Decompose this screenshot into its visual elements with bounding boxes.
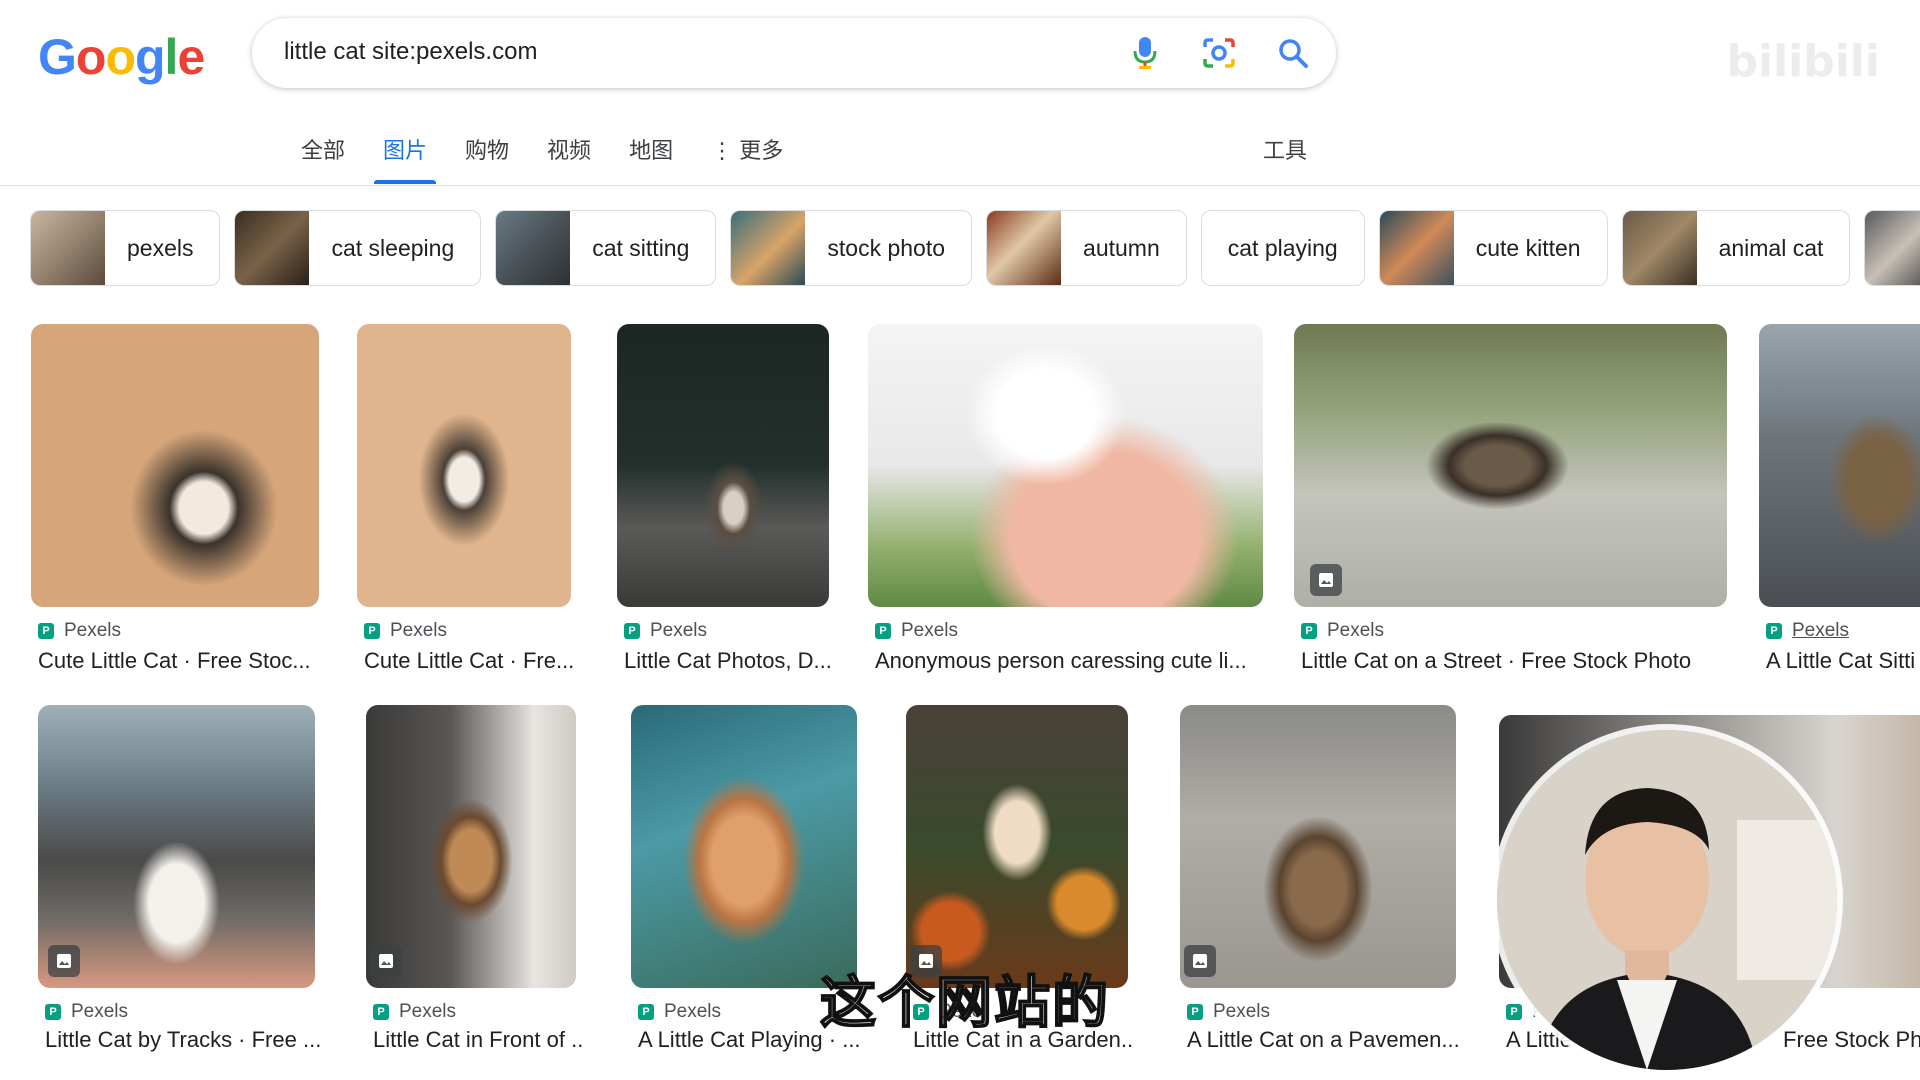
logo-letter: g <box>135 29 166 85</box>
chip-thumbnail <box>496 211 571 285</box>
result-title[interactable]: A Little Cat Sitti <box>1766 648 1920 674</box>
pexels-favicon-icon: P <box>638 1004 654 1020</box>
result-title[interactable]: Little Cat by Tracks · Free ... <box>45 1027 322 1053</box>
result-source[interactable]: P Pexels <box>45 1001 128 1023</box>
result-image[interactable] <box>38 705 315 988</box>
tab-shopping[interactable]: 购物 <box>446 134 528 184</box>
tab-all[interactable]: 全部 <box>282 134 364 184</box>
image-badge-icon <box>1310 564 1342 596</box>
image-badge-icon <box>370 945 402 977</box>
pexels-favicon-icon: P <box>1506 1004 1522 1020</box>
presenter-avatar <box>1497 730 1837 1070</box>
chip-thumbnail <box>1622 211 1697 285</box>
chip-label: cute kitten <box>1475 234 1581 261</box>
tab-images[interactable]: 图片 <box>364 134 446 184</box>
chip-thumbnail <box>235 211 310 285</box>
result-source[interactable]: P Pexels <box>364 620 447 642</box>
result-image[interactable] <box>1180 705 1456 988</box>
chip-thumbnail <box>1865 211 1920 285</box>
logo-letter: o <box>105 29 136 85</box>
chip-label: animal cat <box>1718 234 1824 261</box>
result-image[interactable] <box>357 324 571 607</box>
chip-cute-kitten[interactable]: cute kitten <box>1378 210 1608 286</box>
logo-letter: o <box>75 29 107 85</box>
chip-label: stock photo <box>827 234 946 261</box>
result-title[interactable]: A Little Cat on a Pavemen... <box>1187 1027 1463 1053</box>
result-source[interactable]: P Pexels <box>38 620 121 642</box>
chip-thumbnail <box>987 211 1062 285</box>
search-input[interactable]: little cat site:pexels.com <box>284 38 537 66</box>
result-source[interactable]: P Pexels <box>1187 1001 1270 1023</box>
logo-letter: l <box>164 29 179 85</box>
tab-videos[interactable]: 视频 <box>528 134 610 184</box>
chip-more[interactable] <box>1864 210 1920 286</box>
result-image[interactable] <box>31 324 319 607</box>
result-source[interactable]: P Pexels <box>1301 620 1384 642</box>
presenter-video-overlay <box>1497 730 1837 1070</box>
pexels-favicon-icon: P <box>38 623 54 639</box>
pexels-favicon-icon: P <box>624 623 640 639</box>
result-image[interactable] <box>868 324 1263 607</box>
chip-cat-sitting[interactable]: cat sitting <box>495 210 717 286</box>
chip-label: cat playing <box>1227 234 1338 261</box>
lens-camera-icon[interactable] <box>1200 34 1238 72</box>
result-title[interactable]: Little Cat Photos, D... <box>624 648 836 674</box>
result-title-partial[interactable]: Free Stock Ph <box>1783 1027 1920 1053</box>
result-image[interactable] <box>1759 324 1920 607</box>
search-tabs: 全部 图片 购物 视频 地图 ⋮ 更多 <box>282 134 802 184</box>
pexels-favicon-icon: P <box>1301 623 1317 639</box>
result-title[interactable]: Cute Little Cat · Free Stoc... <box>38 648 326 674</box>
result-image[interactable] <box>631 705 857 988</box>
pexels-favicon-icon: P <box>1187 1004 1203 1020</box>
result-source[interactable]: P Pexels <box>373 1001 456 1023</box>
tab-more[interactable]: ⋮ 更多 <box>692 134 802 184</box>
result-title[interactable]: Cute Little Cat · Fre... <box>364 648 578 674</box>
result-source[interactable]: P Pexels <box>875 620 958 642</box>
chip-label: cat sitting <box>592 234 690 261</box>
result-title[interactable]: Anonymous person caressing cute li... <box>875 648 1270 674</box>
chip-autumn[interactable]: autumn <box>986 210 1187 286</box>
result-source[interactable]: P Pexels <box>1766 620 1849 642</box>
result-image[interactable] <box>1294 324 1727 607</box>
chip-thumbnail <box>731 211 806 285</box>
result-source[interactable]: P Pexels <box>624 620 707 642</box>
logo-letter: G <box>38 29 77 85</box>
video-subtitle: 这个网站的 <box>819 970 1110 1037</box>
search-icon[interactable] <box>1274 34 1312 72</box>
header-divider <box>0 185 1920 186</box>
chip-cat-playing[interactable]: cat playing <box>1200 210 1365 286</box>
image-badge-icon <box>48 945 80 977</box>
tab-maps[interactable]: 地图 <box>610 134 692 184</box>
pexels-favicon-icon: P <box>45 1004 61 1020</box>
bilibili-watermark: bilibili <box>1726 36 1880 87</box>
microphone-icon[interactable] <box>1126 34 1164 72</box>
pexels-favicon-icon: P <box>364 623 380 639</box>
result-image[interactable] <box>617 324 829 607</box>
search-box[interactable]: little cat site:pexels.com <box>252 18 1336 88</box>
pexels-favicon-icon: P <box>875 623 891 639</box>
tools-button[interactable]: 工具 <box>1263 134 1307 168</box>
pexels-favicon-icon: P <box>373 1004 389 1020</box>
chip-stock-photo[interactable]: stock photo <box>730 210 973 286</box>
pexels-favicon-icon: P <box>1766 623 1782 639</box>
chip-thumbnail <box>31 211 105 285</box>
chip-label: pexels <box>127 234 194 261</box>
chip-label: cat sleeping <box>331 234 455 261</box>
image-badge-icon <box>1184 945 1216 977</box>
chip-label: autumn <box>1083 234 1160 261</box>
chip-pexels[interactable]: pexels <box>30 210 221 286</box>
chip-animal-cat[interactable]: animal cat <box>1621 210 1851 286</box>
result-title[interactable]: Little Cat on a Street · Free Stock Phot… <box>1301 648 1734 674</box>
chip-thumbnail <box>1379 211 1454 285</box>
result-source[interactable]: P Pexels <box>638 1001 721 1023</box>
related-chips: pexels cat sleeping cat sitting stock ph… <box>30 210 1920 286</box>
logo-letter: e <box>177 29 205 85</box>
google-logo[interactable]: Google <box>38 28 205 86</box>
chip-cat-sleeping[interactable]: cat sleeping <box>234 210 482 286</box>
result-title[interactable]: Little Cat in Front of ... <box>373 1027 583 1053</box>
